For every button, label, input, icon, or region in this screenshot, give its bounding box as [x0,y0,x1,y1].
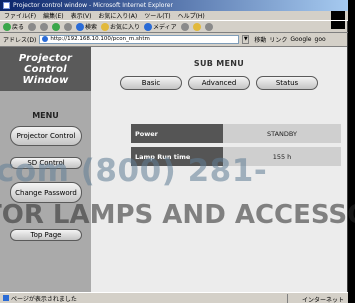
star-icon [101,22,110,31]
home-icon [64,22,73,31]
refresh-button[interactable] [52,22,61,31]
history-button[interactable] [180,22,189,31]
page-content: Projector Control Window MENU Projector … [0,46,347,293]
ie-app-icon [3,2,10,9]
media-button[interactable]: メディア [144,22,177,31]
tab-basic[interactable]: Basic [120,76,182,90]
link-google[interactable]: Google [290,36,311,43]
address-label: アドレス(D) [3,36,37,44]
media-label: メディア [153,24,177,31]
lamp-run-time-label: Lamp Run time [131,147,223,166]
forward-button[interactable] [28,22,37,31]
menu-favorites[interactable]: お気に入り(A) [98,11,137,20]
projector-control-window-logo: Projector Control Window [0,47,91,91]
power-value: STANDBY [223,124,341,143]
address-dropdown-icon[interactable]: ▼ [242,34,250,44]
top-page-button[interactable]: Top Page [10,229,82,241]
menu-tools[interactable]: ツール(T) [144,11,170,20]
sd-control-button[interactable]: SD Control [10,157,82,169]
address-input[interactable] [50,36,231,42]
history-icon [180,22,189,31]
print-button[interactable] [204,22,213,31]
main-panel: SUB MENU Basic Advanced Status Power STA… [91,47,347,293]
menu-bar: ファイル(F) 編集(E) 表示(V) お気に入り(A) ツール(T) ヘルプ(… [0,11,348,20]
submenu-tabs: Basic Advanced Status [91,76,347,90]
power-label: Power [131,124,223,143]
home-button[interactable] [64,22,73,31]
tab-status[interactable]: Status [256,76,318,90]
projector-control-button[interactable]: Projector Control [10,126,82,146]
title-bar: Projector control window - Microsoft Int… [0,0,348,11]
table-row: Power STANDBY [131,124,341,143]
back-arrow-icon [3,22,11,31]
status-bar: ページが表示されました インターネット [0,292,348,303]
favorites-label: お気に入り [110,24,141,31]
table-row: Lamp Run time 155 h [131,147,341,166]
submenu-title: SUB MENU [193,59,245,68]
back-button[interactable]: 戻る [3,22,24,31]
status-table: Power STANDBY Lamp Run time 155 h [131,124,341,166]
address-bar: アドレス(D) ▼ 移動 リンク Google goo [0,33,348,45]
stop-button[interactable] [40,22,49,31]
mail-button[interactable] [192,22,201,31]
forward-arrow-icon [28,22,37,31]
media-icon [144,22,153,31]
search-label: 検索 [85,24,98,31]
logo-line-3: Window [22,74,69,86]
back-label: 戻る [12,24,25,31]
menu-help[interactable]: ヘルプ(H) [178,11,205,20]
status-divider [287,294,288,303]
sidebar: Projector Control Window MENU Projector … [0,47,91,293]
search-button[interactable]: 検索 [76,22,97,31]
page-done-icon [3,295,9,301]
browser-window: Projector control window - Microsoft Int… [0,0,348,303]
internet-zone: インターネット [301,297,344,303]
status-text: ページが表示されました [11,295,77,303]
tab-advanced[interactable]: Advanced [188,76,250,90]
page-icon [42,36,49,42]
links-label[interactable]: リンク [269,35,287,44]
favorites-button[interactable]: お気に入り [101,22,140,31]
lamp-run-time-value: 155 h [223,147,341,166]
refresh-icon [52,22,61,31]
go-button[interactable]: 移動 [254,35,266,44]
link-goo[interactable]: goo [315,36,326,43]
logo-line-2: Control [24,63,67,75]
mail-icon [192,22,201,31]
menu-edit[interactable]: 編集(E) [43,11,63,20]
print-icon [204,22,213,31]
toolbar: 戻る 検索 お気に入り メディア [0,20,348,33]
menu-view[interactable]: 表示(V) [71,11,92,20]
menu-file[interactable]: ファイル(F) [4,11,36,20]
change-password-button[interactable]: Change Password [10,182,82,203]
search-icon [76,22,85,31]
stop-icon [40,22,49,31]
logo-line-1: Projector [18,52,73,64]
window-title: Projector control window - Microsoft Int… [13,2,173,9]
address-field[interactable] [39,34,240,44]
menu-title: MENU [32,111,59,120]
